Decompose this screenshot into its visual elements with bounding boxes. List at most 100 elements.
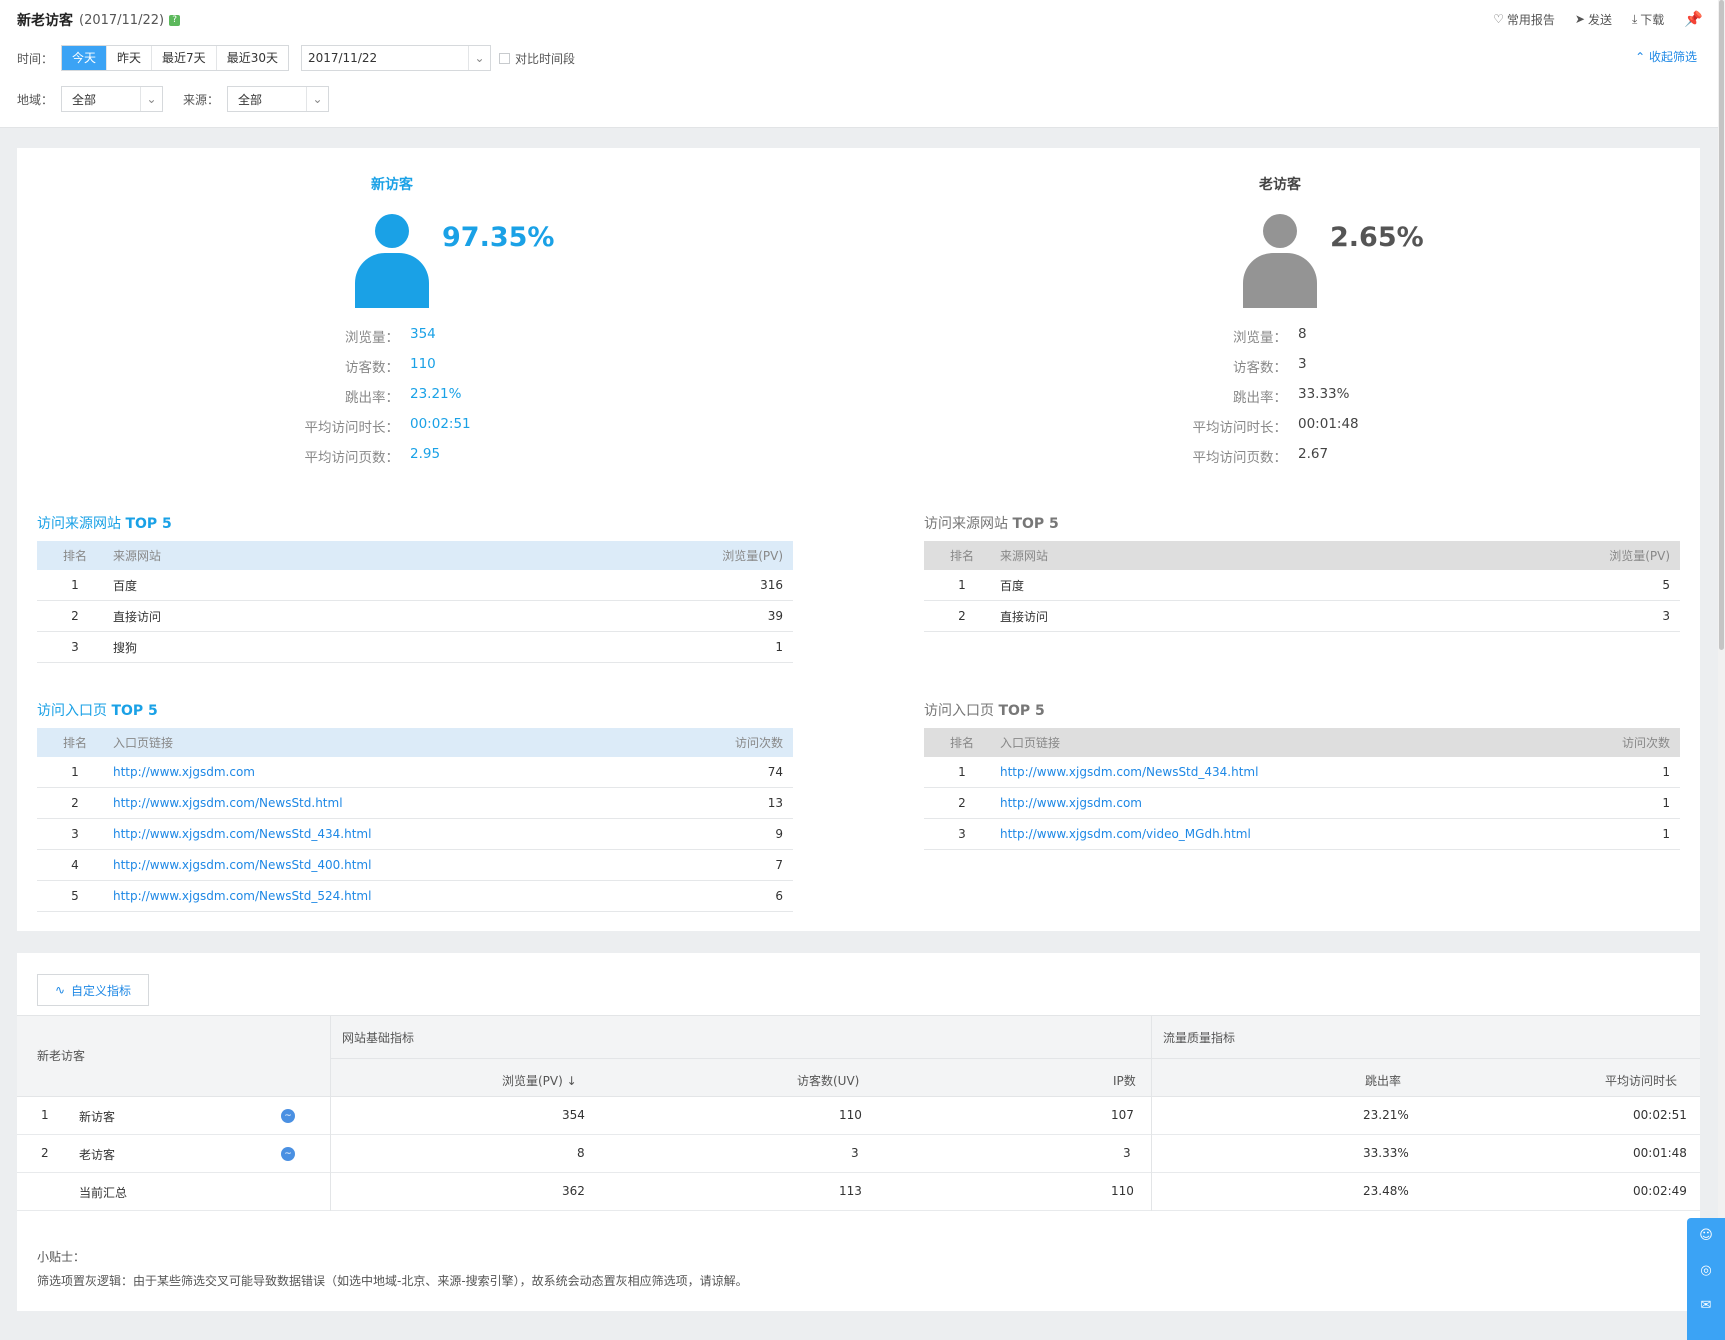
stat-value: 110 [410,356,436,372]
row-header-label: 新老访客 [37,1049,86,1063]
row-visits: 6 [775,889,783,903]
time-option-yesterday[interactable]: 昨天 [107,46,153,70]
row-rank: 1 [71,765,79,779]
trend-chart-icon[interactable]: ~ [281,1109,295,1123]
collapse-filter-link[interactable]: ⌃ 收起筛选 [1635,48,1697,65]
entry-link[interactable]: http://www.xjgsdm.com [113,765,653,779]
col-entry-url: 入口页链接 [113,736,174,750]
region-select[interactable]: 全部 ⌄ [61,86,164,112]
custom-metrics-button[interactable]: ∿ 自定义指标 [37,974,149,1006]
table-row: 4 http://www.xjgsdm.com/NewsStd_400.html 7 [37,850,793,881]
col-pv-header[interactable]: 浏览量(PV) ↓ [502,1072,577,1089]
custom-metrics-label: 自定义指标 [71,983,132,998]
row-ip: 107 [1111,1108,1134,1122]
sort-down-icon[interactable]: ↓ [567,1074,577,1088]
col-source: 来源网站 [1000,549,1049,563]
chevron-down-icon[interactable]: ⌄ [306,87,328,111]
date-value: 2017/11/22 [307,51,378,65]
col-duration-header[interactable]: 平均访问时长 [1605,1072,1677,1089]
col-pv[interactable]: 浏览量(PV) [1540,547,1680,564]
entry-link[interactable]: http://www.xjgsdm.com/NewsStd_400.html [113,858,653,872]
old-visitor-title: 老访客 [1259,177,1301,193]
table-row: 2 http://www.xjgsdm.com/NewsStd.html 13 [37,788,793,819]
old-visitor-person-icon [1243,214,1317,308]
row-visits: 1 [1662,765,1670,779]
entry-link[interactable]: http://www.xjgsdm.com [1000,796,1540,810]
person-body [1243,253,1317,308]
table-row: 1 百度 5 [924,570,1680,601]
col-uv-header[interactable]: 访客数(UV) [797,1072,859,1089]
row-ip: 3 [1123,1146,1131,1160]
col-pv[interactable]: 浏览量(PV) [653,547,793,564]
table-row: 1 新访客 ~ 354 110 107 23.21% 00:02:51 [17,1097,1700,1135]
entry-link[interactable]: http://www.xjgsdm.com/video_MGdh.html [1000,827,1540,841]
date-picker[interactable]: 2017/11/22 ⌄ [300,45,491,71]
row-uv: 113 [839,1184,862,1198]
favorite-report-button[interactable]: ♡ 常用报告 [1493,11,1555,28]
stat-value: 2.95 [410,446,441,462]
time-option-30days[interactable]: 最近30天 [217,46,288,70]
stat-value: 23.21% [410,386,462,402]
table-row: 2 http://www.xjgsdm.com 1 [924,788,1680,819]
entry-link[interactable]: http://www.xjgsdm.com/NewsStd.html [113,796,653,810]
col-rank: 排名 [949,736,974,750]
pin-icon[interactable]: 📌 [1684,10,1703,28]
source-select[interactable]: 全部 ⌄ [227,86,330,112]
scrollbar-thumb[interactable] [1719,0,1724,650]
stat-pv: 浏览量： 8 [1083,326,1583,346]
section-top-label: TOP 5 [111,703,158,719]
chevron-down-icon[interactable]: ⌄ [140,87,162,111]
col-source: 来源网站 [113,549,162,563]
compare-checkbox[interactable] [498,52,510,64]
stat-uv: 访客数： 110 [195,356,695,376]
row-uv: 3 [851,1146,859,1160]
time-option-7days[interactable]: 最近7天 [152,46,217,70]
section-top-label: TOP 5 [1012,516,1059,532]
row-visits: 7 [775,858,783,872]
col-rank: 排名 [949,549,974,563]
entry-link[interactable]: http://www.xjgsdm.com/NewsStd_524.html [113,889,653,903]
help-icon[interactable]: ? [169,14,181,26]
col-ip-header[interactable]: IP数 [1113,1072,1136,1089]
chat-icon[interactable]: ✉ [1701,1298,1712,1313]
send-button[interactable]: ➤ 发送 [1575,11,1612,28]
collapse-filter-label: 收起筛选 [1648,50,1697,64]
row-pv: 316 [760,578,783,592]
col-visits[interactable]: 访问次数 [653,734,793,751]
table-row-summary: 当前汇总 362 113 110 23.48% 00:02:49 [17,1173,1700,1211]
row-bounce: 33.33% [1363,1146,1409,1160]
entry-link[interactable]: http://www.xjgsdm.com/NewsStd_434.html [1000,765,1540,779]
trend-chart-icon[interactable]: ~ [281,1147,295,1161]
old-source-table: 排名 来源网站 浏览量(PV) 1 百度 5 2 直接访问 3 [924,541,1680,632]
column-divider [330,1015,331,1211]
chevron-down-icon[interactable]: ⌄ [467,46,490,70]
row-name: 老访客 [79,1148,116,1162]
row-duration: 00:02:51 [1633,1108,1687,1122]
old-entry-table: 排名 入口页链接 访问次数 1 http://www.xjgsdm.com/New… [924,728,1680,850]
stat-value: 3 [1298,356,1307,372]
heart-icon: ♡ [1493,12,1504,26]
col-bounce-header[interactable]: 跳出率 [1365,1072,1401,1089]
time-option-today[interactable]: 今天 [62,46,108,70]
row-pv: 3 [1662,609,1670,623]
support-icon[interactable]: ☺ [1699,1228,1713,1243]
page-scrollbar[interactable] [1718,0,1725,1340]
stat-label: 访客数： [345,360,399,376]
row-source: 直接访问 [113,609,162,624]
row-pv: 5 [1662,578,1670,592]
time-filter: 时间： 今天 昨天 最近7天 最近30天 2017/11/22 ⌄ 对比时间段 [17,45,575,71]
col-entry-url: 入口页链接 [1000,736,1061,750]
stat-uv: 访客数： 3 [1083,356,1583,376]
person-body [355,253,429,308]
row-rank: 1 [958,578,966,592]
row-rank: 3 [71,640,79,654]
row-visits: 9 [775,827,783,841]
col-visits[interactable]: 访问次数 [1540,734,1680,751]
download-button[interactable]: ⤓ 下载 [1632,11,1664,28]
entry-link[interactable]: http://www.xjgsdm.com/NewsStd_434.html [113,827,653,841]
table-row: 1 http://www.xjgsdm.com 74 [37,757,793,788]
compare-period-toggle[interactable]: 对比时间段 [498,50,575,67]
compass-icon[interactable]: ◎ [1700,1263,1711,1278]
column-divider [1151,1015,1152,1211]
row-pv: 1 [775,640,783,654]
